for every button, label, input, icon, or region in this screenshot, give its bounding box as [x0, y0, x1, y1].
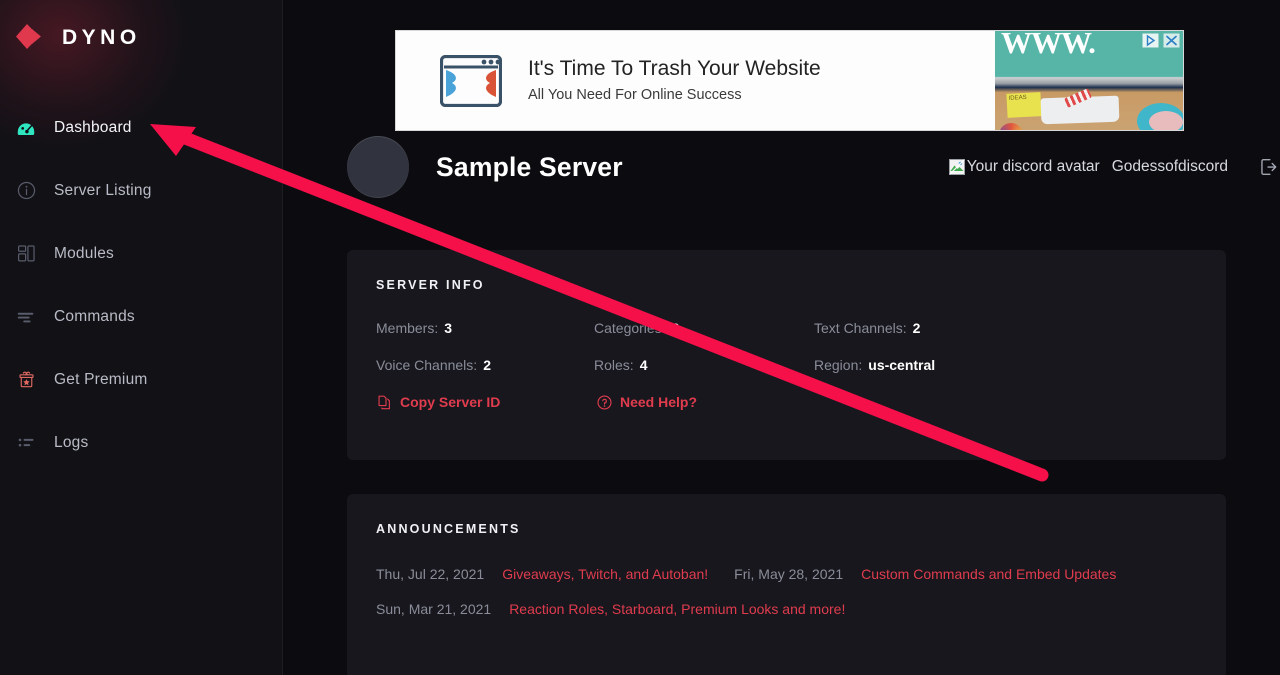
sidebar-item-commands[interactable]: Commands — [0, 285, 282, 348]
advertisement-banner[interactable]: It's Time To Trash Your Website All You … — [395, 30, 1184, 131]
info-label: Members: — [376, 320, 439, 336]
info-field-roles: Roles: 4 — [594, 357, 814, 374]
main-content: It's Time To Trash Your Website All You … — [283, 0, 1280, 675]
card-title: SERVER INFO — [376, 278, 485, 292]
announcement-link[interactable]: Custom Commands and Embed Updates — [861, 566, 1116, 582]
dyno-diamond-logo-icon — [14, 21, 48, 55]
server-info-actions: Copy Server ID Need Help? — [376, 394, 697, 410]
logout-icon[interactable] — [1256, 155, 1280, 179]
user-area: Your discord avatar Godessofdiscord — [948, 155, 1280, 179]
sidebar-item-server-listing[interactable]: Server Listing — [0, 159, 282, 222]
announcement-row: Sun, Mar 21, 2021 Reaction Roles, Starbo… — [376, 601, 1202, 617]
sidebar-item-label: Dashboard — [54, 118, 132, 136]
page-title: Sample Server — [436, 151, 623, 182]
logs-list-icon — [12, 429, 40, 457]
info-value: 4 — [639, 356, 648, 373]
ad-image-text: WWW. — [1001, 31, 1096, 60]
dashboard-gauge-icon — [12, 114, 40, 142]
copy-server-id-button[interactable]: Copy Server ID — [376, 394, 596, 410]
ad-badge-shape — [999, 123, 1023, 130]
ad-subtext: All You Need For Online Success — [528, 86, 742, 103]
browser-window-icon — [439, 54, 503, 107]
announcement-date: Fri, May 28, 2021 — [734, 566, 844, 582]
info-label: Text Channels: — [814, 320, 907, 336]
info-label: Roles: — [594, 356, 634, 373]
sidebar-item-label: Get Premium — [54, 370, 148, 388]
sidebar: DYNO Dashboard Server Listing Modules Co… — [0, 0, 283, 675]
premium-gift-icon — [12, 366, 40, 394]
info-value: 2 — [671, 320, 680, 336]
announcements-list: Thu, Jul 22, 2021 Giveaways, Twitch, and… — [376, 566, 1202, 617]
need-help-button[interactable]: Need Help? — [596, 394, 697, 410]
sidebar-item-label: Modules — [54, 244, 114, 262]
sidebar-item-label: Server Listing — [54, 181, 152, 199]
sidebar-item-logs[interactable]: Logs — [0, 411, 282, 474]
ad-cup-inner-shape — [1149, 111, 1183, 130]
question-circle-icon — [596, 394, 612, 410]
info-label: Region: — [814, 356, 863, 373]
server-header: Sample Server Your discord avatar Godess… — [347, 131, 1280, 203]
announcement-date: Thu, Jul 22, 2021 — [376, 566, 485, 582]
user-avatar-alt-text: Your discord avatar — [966, 158, 1100, 175]
info-label: Voice Channels: — [376, 356, 478, 373]
card-title: ANNOUNCEMENTS — [376, 522, 521, 536]
announcement-link[interactable]: Giveaways, Twitch, and Autoban! — [502, 566, 708, 582]
info-circle-icon — [12, 177, 40, 205]
sidebar-item-modules[interactable]: Modules — [0, 222, 282, 285]
close-x-icon[interactable] — [1163, 33, 1180, 48]
info-value: 2 — [912, 320, 921, 336]
dyno-dashboard-page: DYNO Dashboard Server Listing Modules Co… — [0, 0, 1280, 675]
announcement-link[interactable]: Reaction Roles, Starboard, Premium Looks… — [509, 601, 845, 617]
info-field-voice-channels: Voice Channels: 2 — [376, 357, 594, 374]
announcement-date: Sun, Mar 21, 2021 — [376, 601, 492, 617]
modules-grid-icon — [12, 240, 40, 268]
ad-image: WWW. IDEAS — [995, 31, 1183, 130]
copy-icon — [376, 394, 392, 410]
sidebar-item-dashboard[interactable]: Dashboard — [0, 96, 282, 159]
ad-headline: It's Time To Trash Your Website — [528, 57, 821, 81]
info-value: 2 — [483, 356, 491, 373]
ad-sticky-note: IDEAS — [1006, 92, 1042, 118]
announcements-card: ANNOUNCEMENTS Thu, Jul 22, 2021 Giveaway… — [347, 494, 1226, 675]
user-name[interactable]: Godessofdiscord — [1112, 158, 1228, 176]
ad-text-block: It's Time To Trash Your Website All You … — [528, 57, 821, 103]
adchoices-triangle-icon[interactable] — [1142, 33, 1159, 48]
server-info-card: SERVER INFO Members: 3 Categories: 2 Text … — [347, 250, 1226, 460]
server-info-grid: Members: 3 Categories: 2 Text Channels: 2 V… — [376, 320, 1206, 374]
info-field-region: Region: us-central — [814, 357, 1206, 374]
sidebar-nav: Dashboard Server Listing Modules Command… — [0, 96, 282, 474]
need-help-label: Need Help? — [620, 394, 698, 410]
user-avatar[interactable]: Your discord avatar — [948, 158, 1100, 176]
ad-left-section: It's Time To Trash Your Website All You … — [396, 31, 995, 130]
brand-name: DYNO — [62, 26, 141, 49]
info-field-text-channels: Text Channels: 2 — [814, 320, 1206, 337]
info-value: us-central — [868, 356, 936, 373]
brand-logo-link[interactable]: DYNO — [0, 0, 282, 76]
sidebar-item-label: Commands — [54, 307, 135, 325]
info-label: Categories: — [594, 320, 666, 336]
commands-lines-icon — [12, 303, 40, 331]
sidebar-item-get-premium[interactable]: Get Premium — [0, 348, 282, 411]
copy-server-id-label: Copy Server ID — [400, 394, 501, 410]
server-avatar — [347, 136, 409, 198]
info-field-categories: Categories: 2 — [594, 320, 814, 337]
info-field-members: Members: 3 — [376, 320, 594, 337]
announcement-row: Thu, Jul 22, 2021 Giveaways, Twitch, and… — [376, 566, 1202, 582]
sidebar-item-label: Logs — [54, 433, 89, 451]
info-value: 3 — [444, 320, 453, 336]
broken-image-icon — [948, 159, 965, 175]
